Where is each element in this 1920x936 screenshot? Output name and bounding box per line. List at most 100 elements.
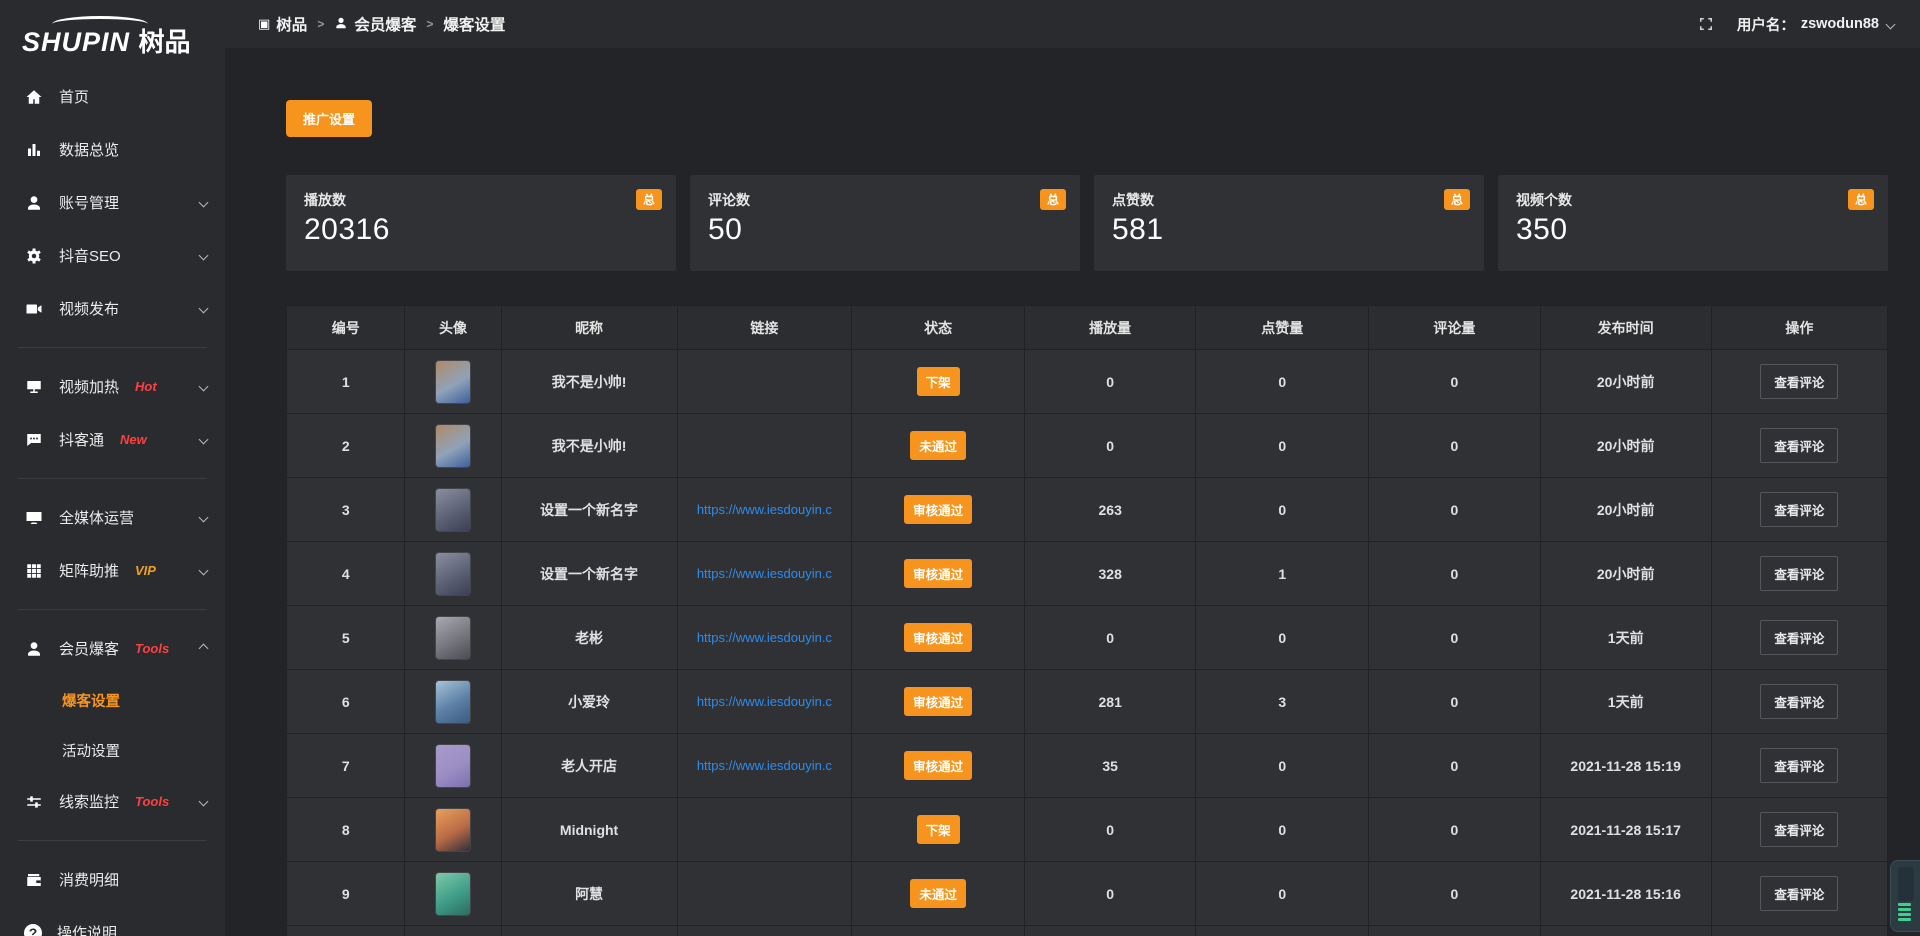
cell-comments: 0 bbox=[1369, 414, 1540, 478]
cell-avatar bbox=[405, 670, 501, 734]
brand-logo[interactable]: SHUPIN 树品 bbox=[0, 8, 225, 70]
breadcrumb-item-1[interactable]: ▣树品 bbox=[258, 13, 307, 35]
account-link[interactable]: https://www.iesdouyin.c bbox=[684, 630, 846, 645]
sidebar-item-账号管理[interactable]: 账号管理 bbox=[0, 176, 225, 229]
sidebar-item-线索监控[interactable]: 线索监控Tools bbox=[0, 775, 225, 828]
cell-plays: 0 bbox=[1025, 862, 1196, 926]
sidebar-item-label: 抖音SEO bbox=[59, 245, 121, 266]
member-icon bbox=[24, 639, 44, 659]
cell-comments: 0 bbox=[1369, 862, 1540, 926]
sidebar-item-tag: Tools bbox=[135, 794, 169, 809]
cell-nickname: Midnight bbox=[501, 798, 677, 862]
sidebar-item-会员爆客[interactable]: 会员爆客Tools bbox=[0, 622, 225, 675]
column-header-播放量: 播放量 bbox=[1025, 306, 1196, 350]
cell-likes bbox=[1196, 926, 1369, 936]
avatar bbox=[435, 424, 471, 468]
cell-action: 查看评论 bbox=[1711, 478, 1887, 542]
sidebar-item-label: 矩阵助推 bbox=[59, 560, 119, 581]
account-link[interactable]: https://www.iesdouyin.c bbox=[684, 694, 846, 709]
topbar-right: 用户名：zswodun88 bbox=[1697, 14, 1894, 35]
avatar bbox=[435, 744, 471, 788]
sidebar-item-视频加热[interactable]: 视频加热 Hot bbox=[0, 360, 225, 413]
sidebar-item-label: 活动设置 bbox=[62, 740, 120, 761]
account-link[interactable]: https://www.iesdouyin.c bbox=[684, 758, 846, 773]
stat-card-value: 50 bbox=[708, 213, 1062, 247]
cell-action: 查看评论 bbox=[1711, 862, 1887, 926]
sidebar-item-活动设置[interactable]: 活动设置 bbox=[0, 725, 225, 775]
sidebar-item-首页[interactable]: 首页 bbox=[0, 70, 225, 123]
user-menu[interactable]: 用户名：zswodun88 bbox=[1737, 14, 1894, 35]
cell-likes: 0 bbox=[1196, 350, 1369, 414]
view-comments-button[interactable]: 查看评论 bbox=[1760, 684, 1838, 719]
view-comments-button[interactable]: 查看评论 bbox=[1760, 748, 1838, 783]
status-badge: 审核通过 bbox=[904, 495, 972, 524]
cell-link bbox=[677, 798, 852, 862]
cell-nickname: 设置一个新名字 bbox=[501, 542, 677, 606]
floating-widget-bar bbox=[1898, 903, 1911, 906]
promo-settings-button[interactable]: 推广设置 bbox=[286, 100, 372, 137]
stat-card-value: 581 bbox=[1112, 213, 1466, 247]
account-link[interactable]: https://www.iesdouyin.c bbox=[684, 566, 846, 581]
sidebar-item-抖客通[interactable]: 抖客通New bbox=[0, 413, 225, 466]
chat-icon bbox=[24, 430, 44, 450]
breadcrumb-separator: > bbox=[317, 17, 324, 31]
view-comments-button[interactable]: 查看评论 bbox=[1760, 620, 1838, 655]
sidebar-item-tag: Hot bbox=[135, 379, 157, 394]
sidebar-item-抖音SEO[interactable]: 抖音SEO bbox=[0, 229, 225, 282]
view-comments-button[interactable]: 查看评论 bbox=[1760, 364, 1838, 399]
view-comments-button[interactable]: 查看评论 bbox=[1760, 812, 1838, 847]
cell-likes: 3 bbox=[1196, 670, 1369, 734]
breadcrumb-item-2[interactable]: 会员爆客 bbox=[334, 13, 416, 35]
cell-status: 审核通过 bbox=[852, 670, 1025, 734]
cell-time: 20小时前 bbox=[1540, 478, 1711, 542]
total-badge: 总 bbox=[1848, 189, 1874, 210]
fullscreen-icon[interactable] bbox=[1697, 15, 1715, 33]
breadcrumb-item-3[interactable]: 爆客设置 bbox=[443, 13, 505, 35]
view-comments-button[interactable]: 查看评论 bbox=[1760, 492, 1838, 527]
sidebar-item-全媒体运营[interactable]: 全媒体运营 bbox=[0, 491, 225, 544]
column-header-链接: 链接 bbox=[677, 306, 852, 350]
cell-action: 查看评论 bbox=[1711, 542, 1887, 606]
cell-likes: 1 bbox=[1196, 542, 1369, 606]
stat-card-点赞数: 点赞数581总 bbox=[1094, 175, 1484, 271]
avatar bbox=[435, 552, 471, 596]
sidebar-item-操作说明[interactable]: ?操作说明 bbox=[0, 906, 225, 936]
column-header-发布时间: 发布时间 bbox=[1540, 306, 1711, 350]
sidebar-item-label: 数据总览 bbox=[59, 139, 119, 160]
chevron-down-icon bbox=[199, 797, 209, 807]
avatar bbox=[435, 872, 471, 916]
view-comments-button[interactable]: 查看评论 bbox=[1760, 876, 1838, 911]
cell-likes: 0 bbox=[1196, 414, 1369, 478]
account-link[interactable]: https://www.iesdouyin.c bbox=[684, 502, 846, 517]
chevron-down-icon bbox=[199, 566, 209, 576]
cell-nickname: 老彬 bbox=[501, 606, 677, 670]
sidebar-item-视频发布[interactable]: 视频发布 bbox=[0, 282, 225, 335]
sidebar-item-消费明细[interactable]: 消费明细 bbox=[0, 853, 225, 906]
floating-widget[interactable] bbox=[1890, 860, 1920, 932]
sidebar-item-爆客设置[interactable]: 爆客设置 bbox=[0, 675, 225, 725]
sidebar-item-数据总览[interactable]: 数据总览 bbox=[0, 123, 225, 176]
cell-action: 查看评论 bbox=[1711, 414, 1887, 478]
status-badge: 下架 bbox=[917, 815, 960, 844]
stat-card-value: 350 bbox=[1516, 213, 1870, 247]
view-comments-button[interactable]: 查看评论 bbox=[1760, 556, 1838, 591]
sidebar-item-label: 视频发布 bbox=[59, 298, 119, 319]
chevron-down-icon bbox=[199, 198, 209, 208]
breadcrumb-label: 树品 bbox=[276, 13, 307, 35]
cell-link: https://www.iesdouyin.c bbox=[677, 670, 852, 734]
user-icon bbox=[334, 16, 348, 33]
chevron-up-icon bbox=[199, 644, 209, 654]
cell-time bbox=[1540, 926, 1711, 936]
cell-avatar bbox=[405, 606, 501, 670]
sidebar-item-矩阵助推[interactable]: 矩阵助推VIP bbox=[0, 544, 225, 597]
cell-action: 查看评论 bbox=[1711, 734, 1887, 798]
cell-link bbox=[677, 414, 852, 478]
heat-icon bbox=[24, 377, 44, 397]
cell-likes: 0 bbox=[1196, 478, 1369, 542]
view-comments-button[interactable]: 查看评论 bbox=[1760, 428, 1838, 463]
cell-time: 20小时前 bbox=[1540, 414, 1711, 478]
chart-icon bbox=[24, 140, 44, 160]
cell-action bbox=[1711, 926, 1887, 936]
sidebar-item-label: 消费明细 bbox=[59, 869, 119, 890]
sidebar-item-label: 视频加热 bbox=[59, 376, 119, 397]
